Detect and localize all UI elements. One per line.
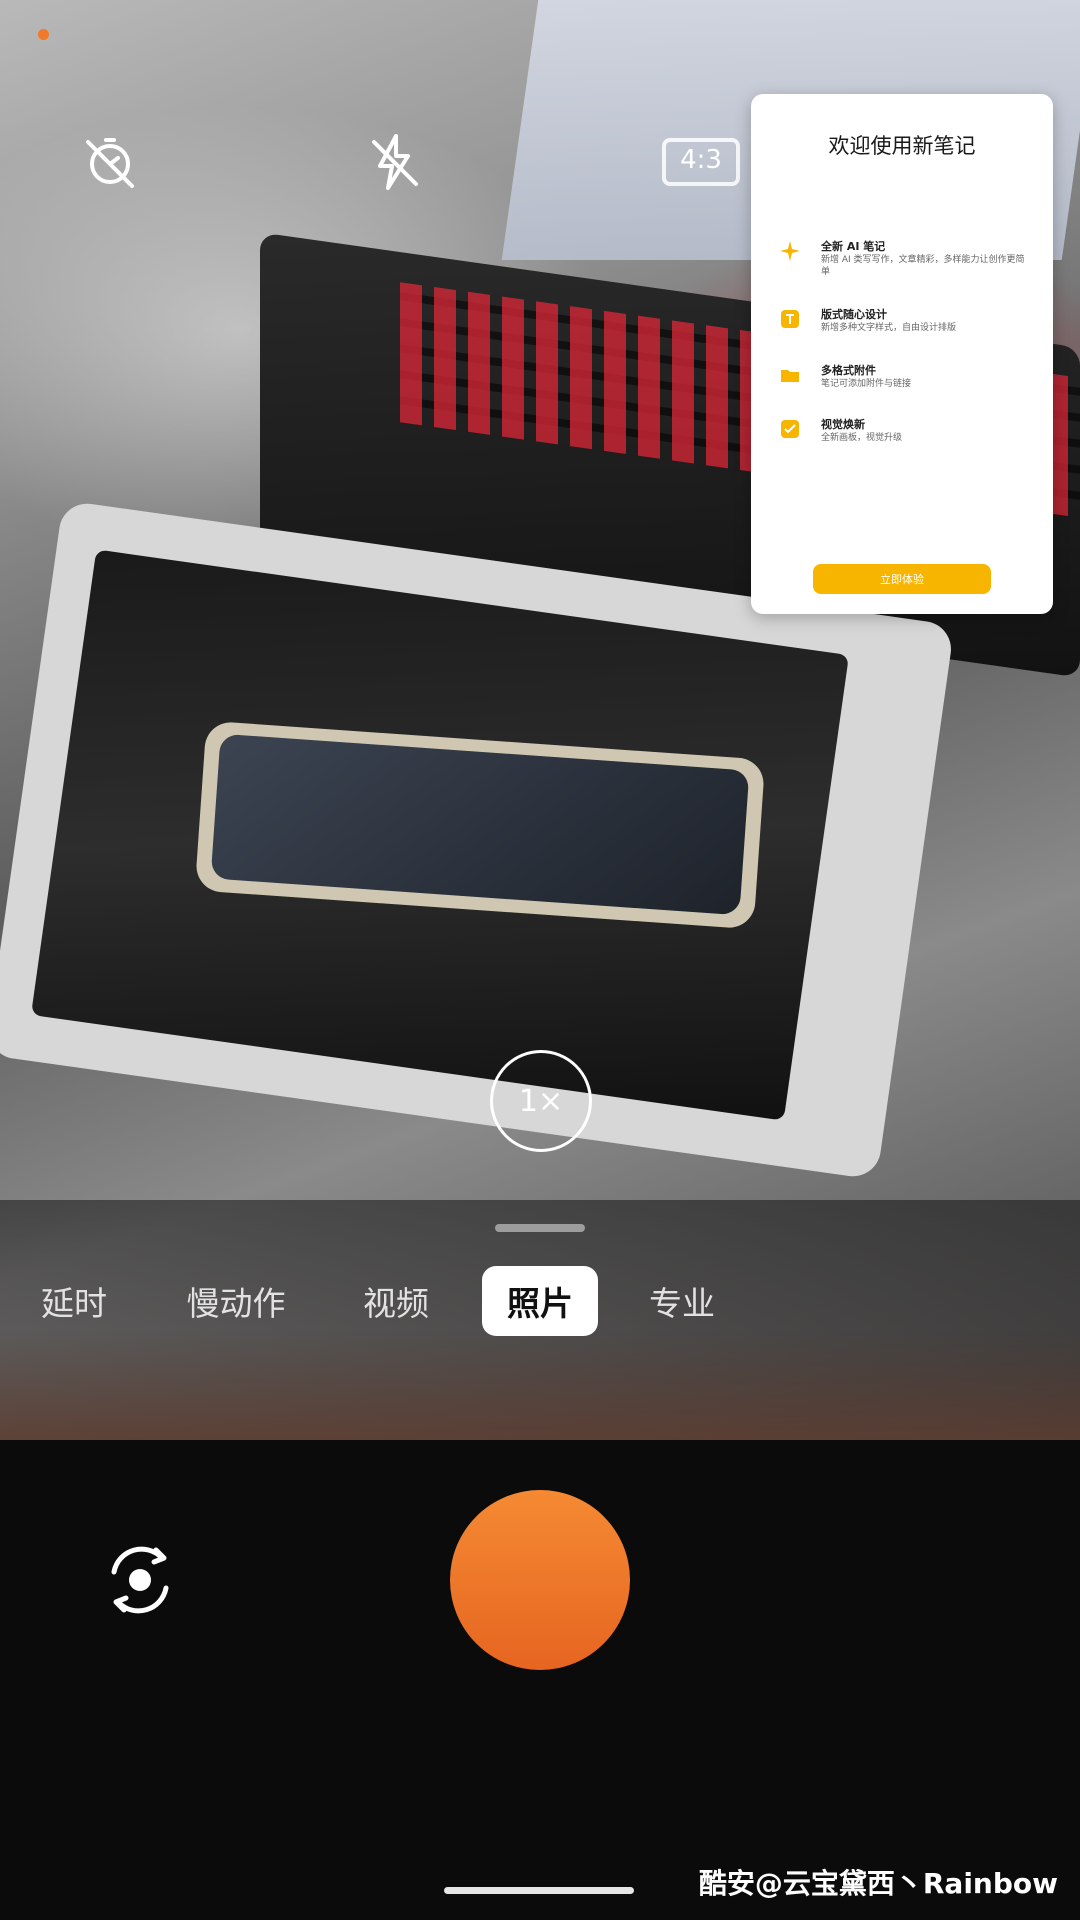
notes-welcome-dialog[interactable]: 欢迎使用新笔记 全新 AI 笔记 新增 AI 类写写作，文章精彩，多样能力让创作… — [751, 94, 1053, 614]
watermark-text: 酷安@云宝黛西丶Rainbow — [698, 1867, 1058, 1900]
mode-slow-motion[interactable]: 慢动作 — [178, 1266, 294, 1336]
try-now-button[interactable]: 立即体验 — [813, 564, 991, 594]
text-format-icon — [779, 308, 801, 330]
feature-title: 多格式附件 — [821, 364, 876, 377]
home-indicator[interactable] — [444, 1887, 634, 1894]
aspect-ratio-label: 4:3 — [680, 145, 722, 175]
mode-timelapse[interactable]: 延时 — [32, 1266, 116, 1336]
feature-title: 视觉焕新 — [821, 418, 865, 431]
aspect-ratio-icon[interactable]: 4:3 — [656, 130, 746, 194]
feature-desc: 新增 AI 类写写作，文章精彩，多样能力让创作更简单 — [821, 255, 1025, 277]
feature-desc: 全新画板，视觉升级 — [821, 433, 903, 443]
folder-icon — [779, 364, 801, 386]
mode-drawer-handle[interactable] — [495, 1224, 585, 1232]
dialog-title: 欢迎使用新笔记 — [828, 134, 976, 158]
edit-check-icon — [779, 418, 801, 440]
mode-pro[interactable]: 专业 — [640, 1266, 724, 1336]
feature-desc: 笔记可添加附件与链接 — [821, 379, 912, 389]
feature-desc: 新增多种文字样式，自由设计排版 — [821, 323, 957, 333]
mode-video[interactable]: 视频 — [354, 1266, 438, 1336]
timer-off-icon[interactable] — [78, 130, 142, 194]
shutter-button[interactable] — [450, 1490, 630, 1670]
feature-title: 全新 AI 笔记 — [821, 240, 886, 253]
flash-off-icon[interactable] — [362, 130, 426, 194]
sparkle-icon — [779, 240, 801, 262]
feature-title: 版式随心设计 — [821, 308, 887, 321]
mode-photo[interactable]: 照片 — [482, 1266, 598, 1336]
switch-camera-icon[interactable] — [92, 1532, 188, 1628]
privacy-indicator-dot — [38, 29, 49, 40]
zoom-button[interactable]: 1× — [490, 1050, 592, 1152]
